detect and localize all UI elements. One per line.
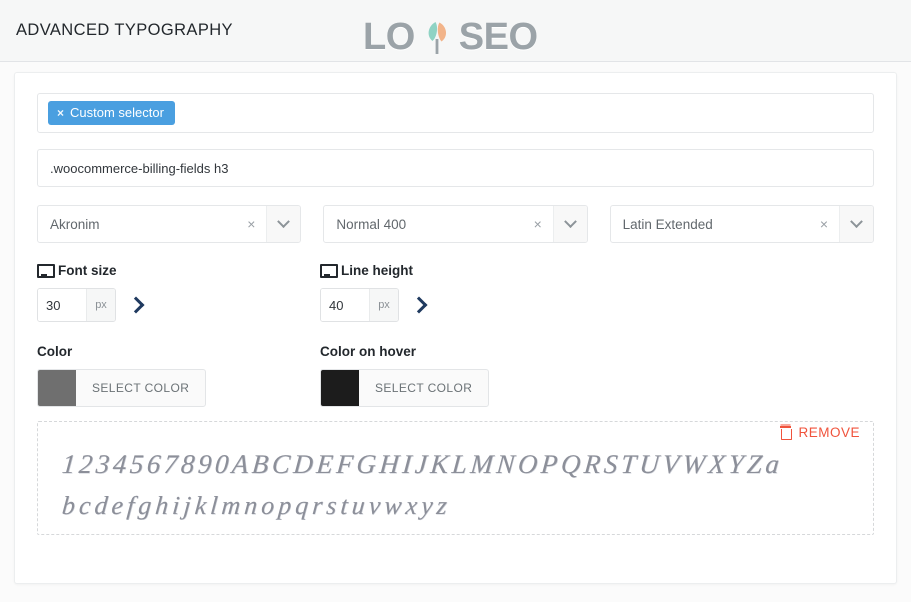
line-height-input-group[interactable]: px xyxy=(320,288,399,322)
color-swatch[interactable] xyxy=(38,370,76,406)
font-size-input-group[interactable]: px xyxy=(37,288,116,322)
selector-tag-container: × Custom selector xyxy=(37,93,874,133)
line-height-field: Line height px xyxy=(320,263,603,344)
remove-button-label: REMOVE xyxy=(798,425,860,440)
trash-icon xyxy=(780,426,793,440)
chevron-right-icon[interactable] xyxy=(410,296,428,314)
font-size-input[interactable] xyxy=(38,289,86,321)
remove-button[interactable]: REMOVE xyxy=(780,425,860,440)
color-fields-row: Color SELECT COLOR Color on hover SELECT… xyxy=(37,344,874,409)
font-preview-uppercase: 1234567890ABCDEFGHIJKLMNOPQRSTUVWXYZa xyxy=(60,449,784,479)
css-selector-input[interactable] xyxy=(37,149,874,187)
clear-icon[interactable]: × xyxy=(809,206,839,242)
logo-petal-y-icon xyxy=(416,16,458,58)
font-size-unit[interactable]: px xyxy=(86,289,115,321)
font-subset-value: Latin Extended xyxy=(622,216,713,232)
font-size-control: px xyxy=(37,288,320,322)
font-preview-lowercase: bcdefghijklmnopqrstuvwxyz xyxy=(60,490,453,520)
typography-settings-card: × Custom selector Akronim × Normal 400 ×… xyxy=(14,72,897,584)
custom-selector-tag[interactable]: × Custom selector xyxy=(48,101,175,125)
clear-icon[interactable]: × xyxy=(523,206,553,242)
chevron-down-icon[interactable] xyxy=(552,206,587,242)
font-family-value: Akronim xyxy=(50,216,100,232)
color-field: Color SELECT COLOR xyxy=(37,344,320,409)
logo-text-right: SEO xyxy=(458,16,538,58)
color-label: Color xyxy=(37,344,73,359)
font-weight-value: Normal 400 xyxy=(336,216,407,232)
font-family-select[interactable]: Akronim × xyxy=(37,205,302,243)
line-height-control: px xyxy=(320,288,603,322)
font-subset-select[interactable]: Latin Extended × xyxy=(609,205,874,243)
clear-icon[interactable]: × xyxy=(236,206,266,242)
font-weight-select[interactable]: Normal 400 × xyxy=(323,205,588,243)
color-on-hover-select-button[interactable]: SELECT COLOR xyxy=(320,369,490,407)
line-height-input[interactable] xyxy=(321,289,369,321)
close-icon[interactable]: × xyxy=(57,107,64,119)
size-fields-row: Font size px Line height px xyxy=(37,263,874,344)
chevron-down-icon[interactable] xyxy=(266,206,301,242)
color-on-hover-swatch[interactable] xyxy=(321,370,359,406)
color-select-button[interactable]: SELECT COLOR xyxy=(37,369,207,407)
font-size-field: Font size px xyxy=(37,263,320,344)
line-height-label: Line height xyxy=(341,263,413,278)
chevron-down-icon[interactable] xyxy=(838,206,873,242)
logo-text-left: LO xyxy=(363,16,415,58)
desktop-icon xyxy=(320,264,338,278)
line-height-label-row: Line height xyxy=(320,263,603,278)
color-on-hover-field: Color on hover SELECT COLOR xyxy=(320,344,603,409)
custom-selector-tag-label: Custom selector xyxy=(70,105,164,120)
color-on-hover-select-label: SELECT COLOR xyxy=(375,381,473,395)
line-height-unit[interactable]: px xyxy=(369,289,398,321)
font-size-label: Font size xyxy=(58,263,117,278)
desktop-icon xyxy=(37,264,55,278)
color-select-label: SELECT COLOR xyxy=(92,381,190,395)
chevron-right-icon[interactable] xyxy=(127,296,145,314)
page-title: ADVANCED TYPOGRAPHY xyxy=(16,21,233,39)
font-preview-box: 1234567890ABCDEFGHIJKLMNOPQRSTUVWXYZa bc… xyxy=(37,421,874,535)
color-on-hover-label: Color on hover xyxy=(320,344,417,359)
loyseo-logo: LO SEO xyxy=(363,16,538,58)
page-header: ADVANCED TYPOGRAPHY LO SEO xyxy=(0,0,911,62)
font-options-row: Akronim × Normal 400 × Latin Extended × xyxy=(37,205,874,243)
font-size-label-row: Font size xyxy=(37,263,320,278)
